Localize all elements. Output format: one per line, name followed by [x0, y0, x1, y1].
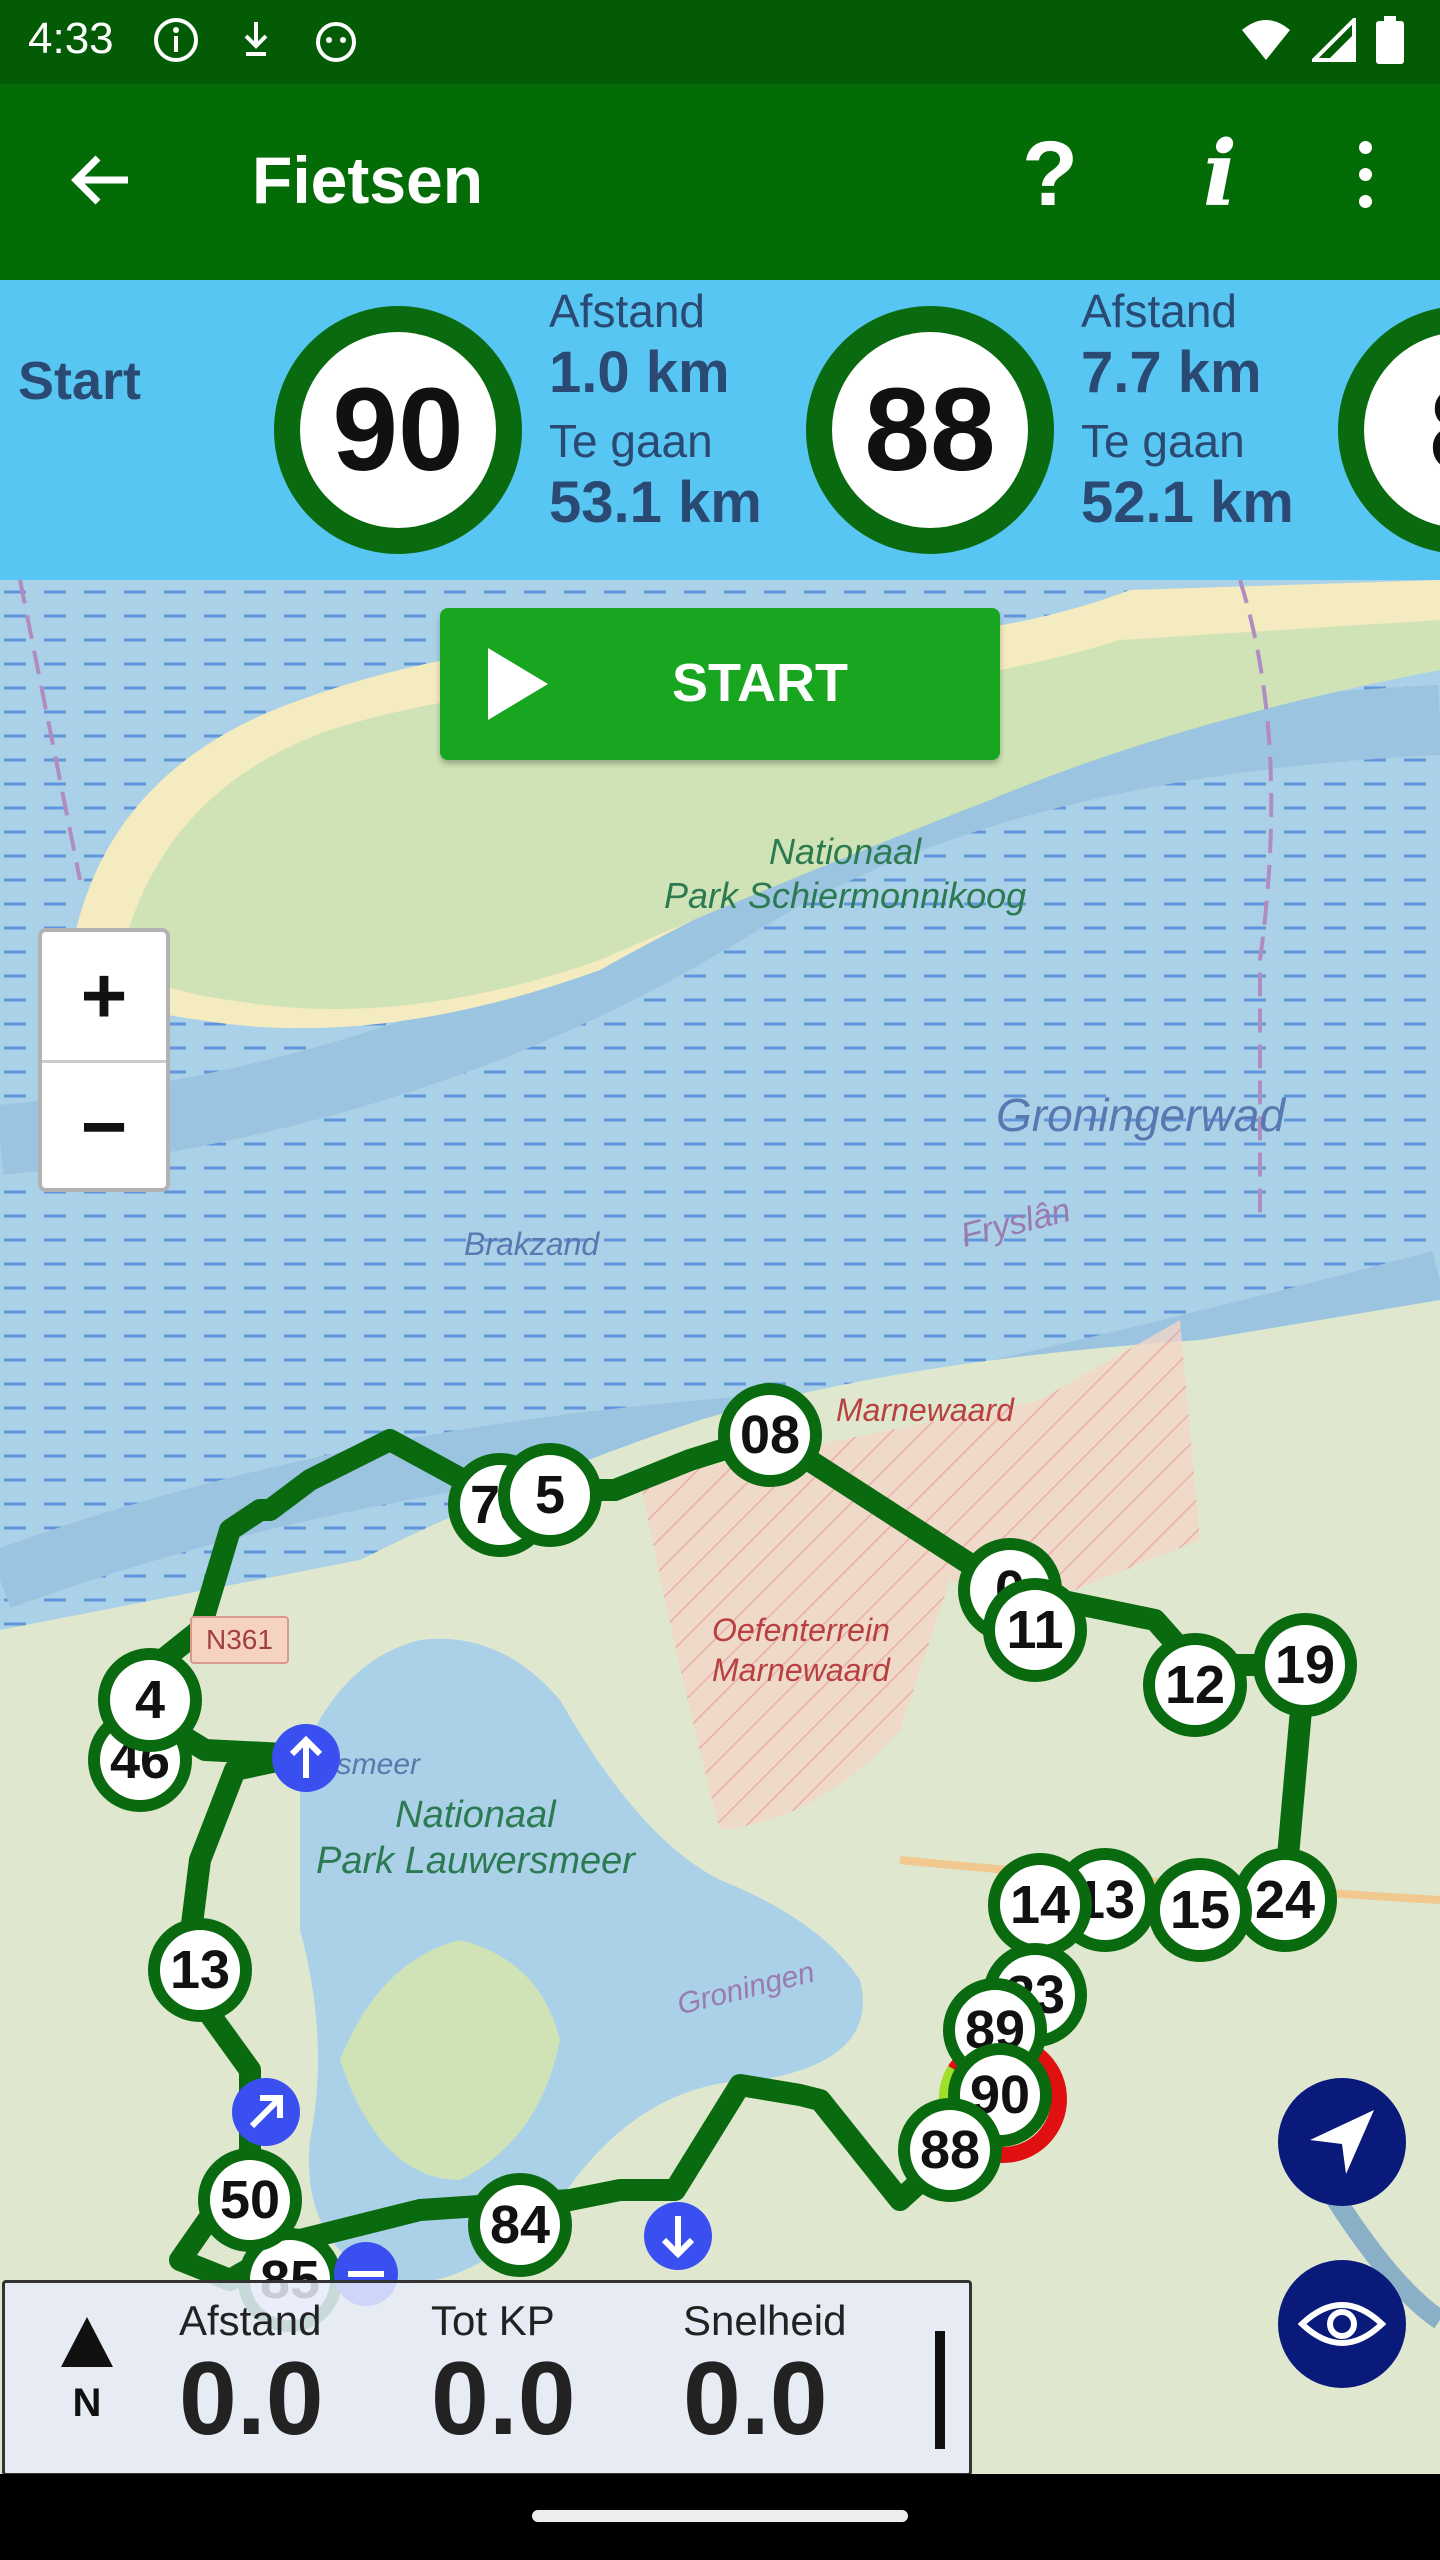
page-title: Fietsen [252, 143, 484, 217]
overflow-menu-button[interactable] [1335, 124, 1395, 224]
wifi-icon [1240, 18, 1292, 67]
arrow-left-icon [71, 155, 128, 205]
route-marker-4[interactable]: 4 [98, 1648, 202, 1752]
stat-speed: Snelheid 0.0 [683, 2297, 847, 2457]
junction-88-info: Afstand 7.7 km Te gaan 52.1 km [1081, 284, 1294, 544]
stat-value: 0.0 [179, 2341, 324, 2457]
junction-90-badge[interactable]: 90 [274, 306, 522, 554]
status-bar: 4:33 [0, 0, 1440, 84]
stat-value: 0.0 [431, 2341, 576, 2457]
route-marker-11[interactable]: 11 [983, 1578, 1087, 1682]
map-label-park-schiermonnikoog: Nationaal Park Schiermonnikoog [664, 831, 1027, 916]
zoom-in-button[interactable]: + [42, 932, 166, 1063]
north-label: N [72, 2381, 102, 2425]
start-button-label: START [672, 653, 848, 713]
navigation-arrow-icon [1310, 2110, 1374, 2174]
zoom-out-button[interactable]: − [42, 1063, 166, 1191]
stat-to-junction: Tot KP 0.0 [431, 2297, 576, 2457]
route-marker-14[interactable]: 14 [988, 1853, 1092, 1957]
route-marker-13[interactable]: 13 [148, 1918, 252, 2022]
remaining-value: 53.1 km [549, 470, 762, 535]
route-marker-15[interactable]: 15 [1148, 1858, 1252, 1962]
stats-divider [935, 2331, 945, 2449]
navigate-button[interactable] [1278, 2078, 1406, 2206]
map-label-groningerwad: Groningerwad [996, 1089, 1285, 1141]
signal-icon [1309, 15, 1356, 67]
map-label-park-lauwersmeer: Nationaal Park Lauwersmeer [316, 1794, 635, 1882]
system-nav-bar [0, 2474, 1440, 2560]
route-marker-88[interactable]: 88 [898, 2098, 1002, 2202]
route-marker-08[interactable]: 08 [718, 1383, 822, 1487]
distance-value: 1.0 km [549, 340, 730, 405]
battery-icon [1376, 16, 1404, 69]
status-time: 4:33 [28, 14, 114, 63]
remaining-label: Te gaan [549, 415, 713, 467]
remaining-label: Te gaan [1081, 415, 1245, 467]
route-marker-5[interactable]: 5 [498, 1443, 602, 1547]
junction-next-badge[interactable]: 8 [1338, 306, 1440, 554]
direction-up-icon [272, 1724, 340, 1797]
info-button[interactable]: i [1170, 124, 1270, 224]
map-label-road-n361: N361 [190, 1616, 289, 1664]
map-label-marnewaard: Marnewaard [836, 1392, 1014, 1428]
distance-label: Afstand [549, 285, 705, 337]
map-label-oefenterrein: Oefenterrein Marnewaard [712, 1612, 890, 1688]
route-junction-bar: Start 90 Afstand 1.0 km Te gaan 53.1 km … [0, 280, 1440, 580]
stat-distance: Afstand 0.0 [179, 2297, 324, 2457]
home-gesture-handle[interactable] [532, 2510, 908, 2522]
stat-label: Tot KP [431, 2297, 555, 2344]
app-notification-icon [310, 14, 362, 66]
start-button[interactable]: START [440, 608, 1000, 760]
route-marker-19[interactable]: 19 [1253, 1613, 1357, 1717]
app-bar: Fietsen ? i [0, 84, 1440, 280]
route-marker-50[interactable]: 50 [198, 2148, 302, 2252]
distance-label: Afstand [1081, 285, 1237, 337]
remaining-value: 52.1 km [1081, 470, 1294, 535]
stat-label: Snelheid [683, 2297, 847, 2344]
junction-90-info: Afstand 1.0 km Te gaan 53.1 km [549, 284, 762, 544]
back-button[interactable] [50, 130, 150, 230]
stats-panel: N Afstand 0.0 Tot KP 0.0 Snelheid 0.0 [2, 2280, 972, 2474]
route-marker-84[interactable]: 84 [468, 2173, 572, 2277]
download-notification-icon [230, 14, 282, 66]
map-label-brakzand: Brakzand [464, 1226, 600, 1262]
north-arrow-icon [61, 2317, 113, 2367]
route-start-label: Start [18, 351, 142, 411]
direction-diagonal-icon [232, 2078, 300, 2151]
zoom-control: + − [38, 928, 170, 1192]
stat-value: 0.0 [683, 2341, 828, 2457]
stat-label: Afstand [179, 2297, 322, 2344]
info-notification-icon [150, 14, 202, 66]
eye-icon [1298, 2302, 1386, 2346]
compass-north[interactable]: N [57, 2317, 117, 2426]
help-button[interactable]: ? [1000, 124, 1100, 224]
map-view[interactable]: Nationaal Park Schiermonnikoog Groninger… [0, 580, 1440, 2474]
junction-88-badge[interactable]: 88 [806, 306, 1054, 554]
direction-down-icon [644, 2202, 712, 2275]
route-marker-12[interactable]: 12 [1143, 1633, 1247, 1737]
view-toggle-button[interactable] [1278, 2260, 1406, 2388]
distance-value: 7.7 km [1081, 340, 1262, 405]
